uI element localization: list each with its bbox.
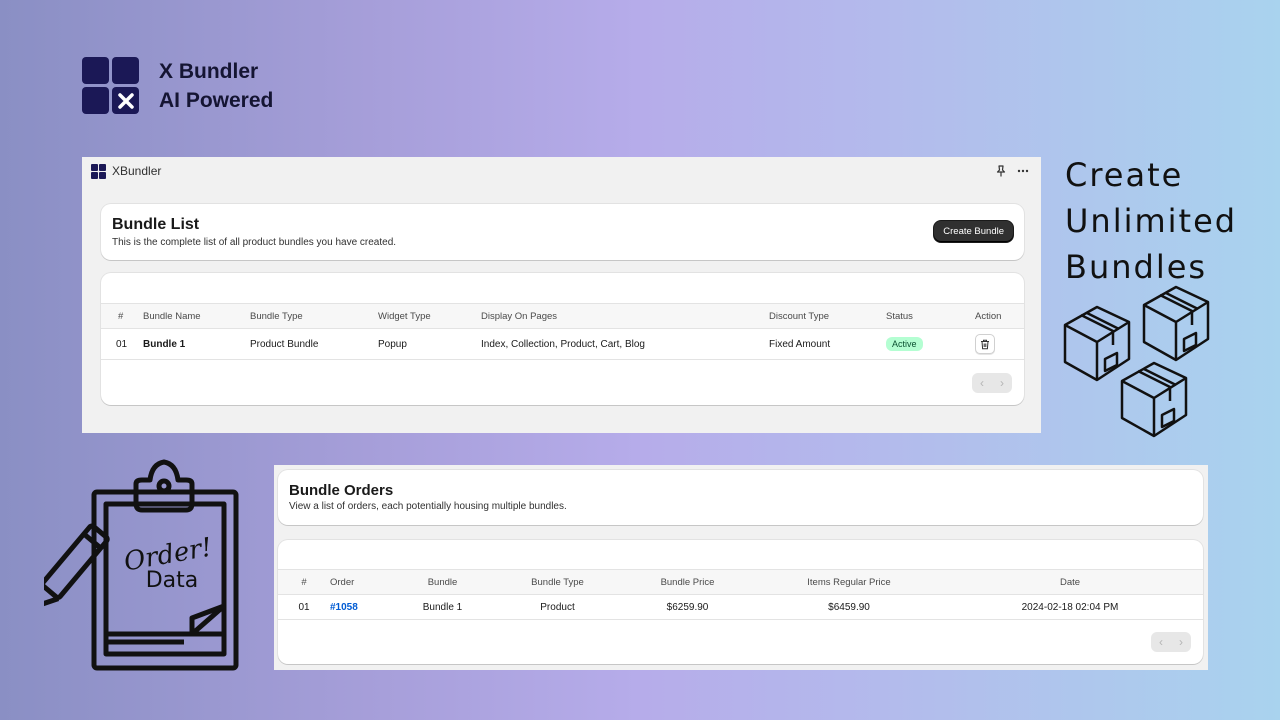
brand-name: X Bundler — [159, 60, 259, 83]
col-header-num: # — [101, 303, 143, 329]
bundle-orders-table-card: # Order Bundle Bundle Type Bundle Price … — [278, 540, 1203, 664]
bundle-orders-header-card: Bundle Orders View a list of orders, eac… — [278, 470, 1203, 525]
prev-page-button[interactable]: ‹ — [972, 373, 992, 393]
col-header-regular-price: Items Regular Price — [761, 569, 937, 595]
boxes-icon — [1063, 285, 1210, 438]
cell-status: Active — [886, 328, 975, 360]
bundle-list-header-card: Bundle List This is the complete list of… — [101, 204, 1024, 260]
col-header-bundle-price: Bundle Price — [614, 569, 761, 595]
col-header-display-pages: Display On Pages — [481, 303, 769, 329]
cell-bundle-type: Product — [501, 594, 614, 620]
cell-action — [975, 328, 1024, 360]
orders-title: Bundle Orders — [289, 482, 394, 499]
pin-icon[interactable] — [995, 165, 1007, 177]
col-header-num: # — [278, 569, 330, 595]
trash-icon — [981, 339, 989, 349]
prev-page-button[interactable]: ‹ — [1151, 632, 1171, 652]
brand: X Bundler AI Powered — [82, 57, 273, 115]
tagline: Create Unlimited Bundles — [1065, 152, 1237, 290]
table-header-row: # Bundle Name Bundle Type Widget Type Di… — [101, 303, 1024, 329]
col-header-action: Action — [975, 303, 1024, 329]
tagline-line-1: Create — [1065, 156, 1184, 194]
col-header-status: Status — [886, 303, 975, 329]
orders-subtitle: View a list of orders, each potentially … — [289, 501, 567, 512]
bundle-list-window: XBundler Bundle List This is the complet… — [82, 157, 1041, 433]
clipboard-subtitle: Data — [145, 568, 199, 593]
next-page-button[interactable]: › — [992, 373, 1012, 393]
cell-bundle: Bundle 1 — [384, 594, 501, 620]
cell-bundle-type: Product Bundle — [250, 328, 378, 360]
clipboard-illustration: Order! Data — [35, 458, 244, 678]
table-row[interactable]: 01 #1058 Bundle 1 Product $6259.90 $6459… — [278, 594, 1203, 620]
app-titlebar: XBundler — [82, 157, 1041, 185]
bundle-orders-window: Bundle Orders View a list of orders, eac… — [274, 465, 1208, 670]
table-header-row: # Order Bundle Bundle Type Bundle Price … — [278, 569, 1203, 595]
page-subtitle: This is the complete list of all product… — [112, 237, 397, 248]
brand-tagline: AI Powered — [159, 89, 274, 112]
col-header-widget-type: Widget Type — [378, 303, 481, 329]
status-badge: Active — [886, 337, 923, 351]
col-header-bundle-name: Bundle Name — [143, 303, 250, 329]
bundle-orders-table: # Order Bundle Bundle Type Bundle Price … — [278, 569, 1203, 620]
cell-regular-price: $6459.90 — [761, 594, 937, 620]
col-header-date: Date — [937, 569, 1203, 595]
brand-text: X Bundler AI Powered — [159, 57, 273, 115]
create-bundle-button[interactable]: Create Bundle — [934, 221, 1013, 242]
tagline-line-3: Bundles — [1065, 248, 1208, 286]
cell-order: #1058 — [330, 594, 384, 620]
order-link[interactable]: #1058 — [330, 602, 358, 613]
tagline-line-2: Unlimited — [1065, 202, 1238, 240]
bundle-list-table: # Bundle Name Bundle Type Widget Type Di… — [101, 303, 1024, 360]
app-title: XBundler — [112, 164, 162, 178]
brand-logo — [82, 57, 140, 115]
more-icon[interactable] — [1017, 165, 1029, 177]
col-header-bundle: Bundle — [384, 569, 501, 595]
delete-button[interactable] — [975, 334, 995, 354]
page-title: Bundle List — [112, 216, 200, 233]
bundle-orders-pagination: ‹ › — [1151, 632, 1191, 652]
table-row[interactable]: 01 Bundle 1 Product Bundle Popup Index, … — [101, 328, 1024, 360]
app-logo-icon — [91, 163, 106, 179]
next-page-button[interactable]: › — [1171, 632, 1191, 652]
col-header-bundle-type: Bundle Type — [250, 303, 378, 329]
x-mark-icon — [117, 92, 134, 109]
cell-bundle-name: Bundle 1 — [143, 328, 250, 360]
cell-display-pages: Index, Collection, Product, Cart, Blog — [481, 328, 769, 360]
bundle-list-pagination: ‹ › — [972, 373, 1012, 393]
col-header-bundle-type: Bundle Type — [501, 569, 614, 595]
cell-num: 01 — [101, 328, 143, 360]
cell-date: 2024-02-18 02:04 PM — [937, 594, 1203, 620]
bundle-list-table-card: # Bundle Name Bundle Type Widget Type Di… — [101, 273, 1024, 405]
cell-discount-type: Fixed Amount — [769, 328, 886, 360]
cell-widget-type: Popup — [378, 328, 481, 360]
col-header-order: Order — [330, 569, 384, 595]
cell-bundle-price: $6259.90 — [614, 594, 761, 620]
cell-num: 01 — [278, 594, 330, 620]
col-header-discount-type: Discount Type — [769, 303, 886, 329]
